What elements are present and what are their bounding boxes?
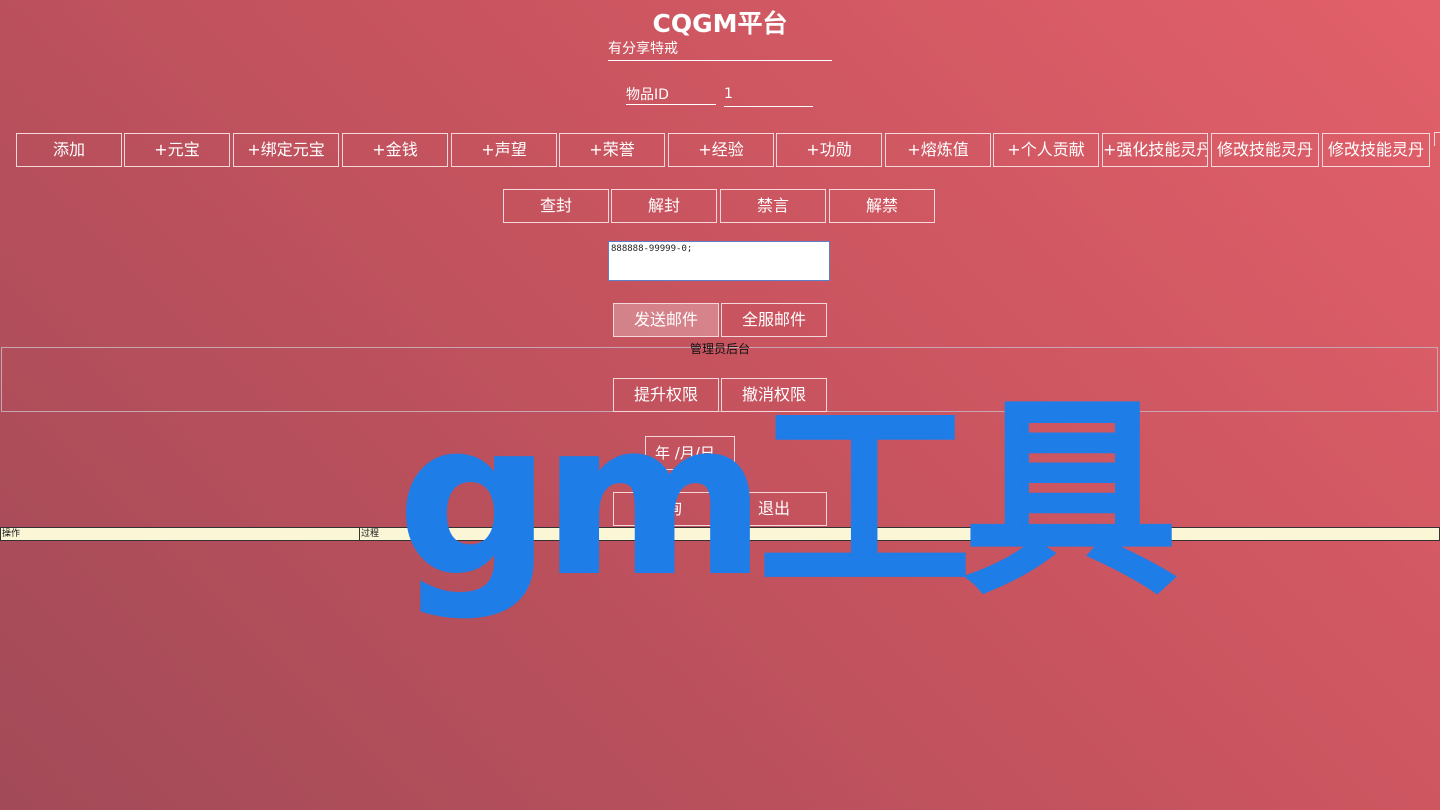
add-bound-yuanbao-button[interactable]: +绑定元宝: [233, 133, 339, 167]
admin-panel-label: 管理员后台: [689, 342, 750, 356]
modify-skill-pill-button-2[interactable]: 修改技能灵丹: [1322, 133, 1430, 167]
unmute-button[interactable]: 解禁: [829, 189, 935, 223]
add-reputation-button[interactable]: +声望: [451, 133, 557, 167]
mail-content-textarea[interactable]: 888888-99999-0;: [608, 241, 830, 281]
add-honor-button[interactable]: +荣誉: [559, 133, 665, 167]
add-experience-button[interactable]: +经验: [668, 133, 774, 167]
add-yuanbao-button[interactable]: +元宝: [124, 133, 230, 167]
mute-button[interactable]: 禁言: [720, 189, 826, 223]
all-server-mail-button[interactable]: 全服邮件: [721, 303, 827, 337]
log-column-action: 操作: [1, 528, 360, 540]
add-money-button[interactable]: +金钱: [342, 133, 448, 167]
unseal-account-button[interactable]: 解封: [611, 189, 717, 223]
add-contribution-button[interactable]: +个人贡献: [993, 133, 1099, 167]
seal-account-button[interactable]: 查封: [503, 189, 609, 223]
add-skill-pill-button[interactable]: +强化技能灵丹: [1102, 133, 1208, 167]
add-merit-button[interactable]: +功勋: [776, 133, 882, 167]
overflow-button-fragment: [1434, 132, 1440, 146]
item-id-label: 物品ID: [626, 87, 669, 103]
watermark-text: gm工具: [396, 377, 1179, 622]
page-title: CQGM平台: [652, 9, 788, 38]
add-smelt-value-button[interactable]: +熔炼值: [885, 133, 991, 167]
send-mail-button[interactable]: 发送邮件: [613, 303, 719, 337]
item-id-label-underline: [626, 104, 716, 105]
modify-skill-pill-button[interactable]: 修改技能灵丹: [1211, 133, 1319, 167]
item-id-input[interactable]: [724, 84, 813, 107]
reason-input[interactable]: [608, 38, 832, 61]
add-button[interactable]: 添加: [16, 133, 122, 167]
